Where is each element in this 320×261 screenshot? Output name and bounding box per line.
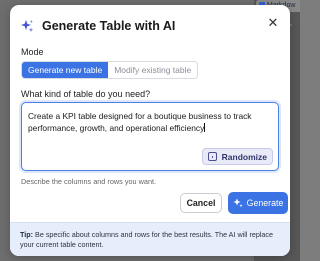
close-icon[interactable]: ✕ (266, 16, 280, 30)
generate-button[interactable]: Generate (228, 192, 288, 214)
generate-label: Generate (246, 198, 284, 208)
mode-label: Mode (21, 47, 44, 57)
tip-banner: Tip: Be specific about columns and rows … (10, 222, 290, 256)
prompt-question-label: What kind of table do you need? (21, 89, 151, 99)
textarea-value-text: Create a KPI table designed for a boutiq… (28, 111, 252, 133)
table-description-value[interactable]: Create a KPI table designed for a boutiq… (28, 111, 274, 134)
tip-body: Be specific about columns and rows for t… (20, 230, 274, 249)
mode-toggle: Generate new table Modify existing table (21, 61, 199, 79)
sparkle-icon (21, 20, 34, 33)
mode-generate-new-button[interactable]: Generate new table (22, 62, 109, 78)
tip-text: Tip: Be specific about columns and rows … (20, 230, 282, 250)
generate-table-dialog: Generate Table with AI ✕ Mode Generate n… (10, 5, 290, 256)
table-description-textarea[interactable]: Create a KPI table designed for a boutiq… (21, 102, 279, 171)
prompt-hint: Describe the columns and rows you want. (21, 177, 157, 186)
dice-icon (207, 152, 217, 161)
tip-label: Tip: (20, 230, 34, 239)
dialog-title: Generate Table with AI (42, 19, 176, 33)
mode-modify-existing-button[interactable]: Modify existing table (108, 62, 198, 78)
sparkle-icon (233, 198, 243, 208)
randomize-label: Randomize (221, 151, 267, 162)
randomize-button[interactable]: Randomize (201, 148, 273, 165)
dialog-header: Generate Table with AI (20, 17, 175, 35)
cancel-button[interactable]: Cancel (180, 193, 222, 213)
text-caret (204, 122, 206, 132)
